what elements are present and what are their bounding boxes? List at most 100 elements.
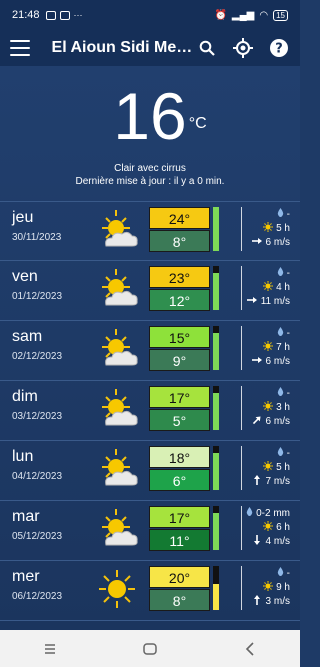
precipitation-value: -	[286, 208, 290, 220]
recent-apps-icon[interactable]	[30, 634, 70, 664]
min-temperature: 8°	[149, 589, 210, 611]
sun-cloud-icon	[94, 267, 140, 311]
day-row-sam[interactable]: sam 02/12/2023 15° 9° - 7 h 6 m/s	[0, 321, 300, 381]
notification-icon	[59, 10, 70, 20]
sunshine-value: 3 h	[276, 402, 290, 413]
daily-forecast-list: jeu 30/11/2023 24° 8° -5 h6 m/s ven 01/12/2023…	[0, 201, 300, 621]
sunshine: 4 h	[263, 281, 290, 294]
confidence-gauge	[213, 446, 219, 490]
sunshine-value: 5 h	[276, 223, 290, 234]
water-drop-icon	[277, 447, 284, 459]
confidence-gauge	[213, 207, 219, 251]
hamburger-menu-icon[interactable]	[10, 40, 30, 56]
sun-small-icon	[263, 401, 274, 414]
more-notifications-icon: ···	[73, 10, 83, 20]
water-drop-icon	[277, 567, 284, 579]
help-icon[interactable]: ?	[268, 37, 290, 59]
sunshine: 6 h	[263, 521, 290, 534]
precipitation: -	[277, 447, 290, 459]
sunshine: 5 h	[263, 461, 290, 474]
divider	[241, 506, 242, 550]
status-bar: 21:48 ··· ⏰ ▂▄▆ ◠ 15	[0, 0, 300, 30]
divider	[241, 446, 242, 490]
min-temperature: 6°	[149, 469, 210, 491]
wind-arrow-icon	[251, 595, 263, 608]
day-row-lun[interactable]: lun 04/12/2023 18° 6° - 5 h 7 m/s	[0, 441, 300, 501]
day-row-mar[interactable]: mar 05/12/2023 17° 11° 0-2 mm 6 h 4 m/s	[0, 501, 300, 561]
wind: 3 m/s	[251, 595, 290, 608]
day-name: mar	[12, 508, 40, 525]
water-drop-icon	[277, 208, 284, 220]
search-icon[interactable]	[196, 37, 218, 59]
confidence-gauge	[213, 266, 219, 310]
confidence-gauge	[213, 506, 219, 550]
wind-arrow-icon	[251, 415, 263, 428]
confidence-gauge	[213, 326, 219, 370]
location-title[interactable]: El Aioun Sidi Me…	[52, 39, 196, 57]
day-row-mer[interactable]: mer 06/12/2023 20° 8° - 9 h 3 m/s	[0, 561, 300, 621]
svg-text:?: ?	[275, 42, 283, 57]
status-right: ⏰ ▂▄▆ ◠ 15	[214, 9, 288, 21]
sun-small-icon	[263, 281, 274, 294]
day-row-dim[interactable]: dim 03/12/2023 17° 5° - 3 h 6 m/s	[0, 381, 300, 441]
precipitation-value: -	[286, 327, 290, 339]
sun-cloud-icon	[94, 447, 140, 491]
divider	[241, 386, 242, 430]
location-target-icon[interactable]	[232, 37, 254, 59]
precipitation-value: -	[286, 267, 290, 279]
current-condition: Clair avec cirrus	[114, 163, 186, 174]
sun-cloud-icon	[94, 327, 140, 371]
sunshine-value: 6 h	[276, 522, 290, 533]
precipitation-value: -	[286, 567, 290, 579]
wind-value: 6 m/s	[265, 416, 290, 427]
temperature-unit: °C	[188, 115, 207, 132]
divider	[241, 266, 242, 310]
water-drop-icon	[277, 387, 284, 399]
precipitation: -	[277, 387, 290, 399]
wind: 6 m/s	[251, 355, 290, 368]
day-name: jeu	[12, 209, 34, 226]
wifi-icon: ◠	[259, 9, 269, 21]
sun-small-icon	[263, 341, 274, 354]
max-temperature: 15°	[149, 326, 210, 348]
day-name: mer	[12, 568, 40, 585]
precipitation-value: -	[286, 387, 290, 399]
notification-icons: ···	[45, 10, 83, 20]
last-update: Dernière mise à jour : il y a 0 min.	[75, 176, 225, 187]
precipitation: -	[277, 267, 290, 279]
back-icon[interactable]	[230, 634, 270, 664]
wind-arrow-icon	[251, 355, 263, 368]
sun-small-icon	[263, 222, 274, 235]
wind-value: 6 m/s	[265, 237, 290, 248]
day-date: 30/11/2023	[12, 232, 62, 243]
current-temperature-value: 16	[113, 79, 187, 153]
water-drop-icon	[277, 327, 284, 339]
wind: 11 m/s	[246, 295, 290, 308]
sunshine: 9 h	[263, 581, 290, 594]
alarm-icon: ⏰	[214, 9, 227, 21]
day-row-jeu[interactable]: jeu 30/11/2023 24° 8° - 5 h 6 m/s	[0, 201, 300, 261]
sun-small-icon	[263, 581, 274, 594]
min-temperature: 8°	[149, 230, 210, 252]
sun-cloud-icon	[94, 507, 140, 551]
sunshine-value: 5 h	[276, 462, 290, 473]
sunshine: 7 h	[263, 341, 290, 354]
wind: 4 m/s	[251, 535, 290, 548]
min-temperature: 9°	[149, 349, 210, 371]
home-icon[interactable]	[130, 634, 170, 664]
day-row-ven[interactable]: ven 01/12/2023 23° 12° - 4 h 11 m/s	[0, 261, 300, 321]
sun-small-icon	[263, 461, 274, 474]
wind-arrow-icon	[251, 475, 263, 488]
sun-small-icon	[263, 521, 274, 534]
precipitation-value: 0-2 mm	[256, 507, 290, 519]
wind-arrow-icon	[251, 535, 263, 548]
max-temperature: 23°	[149, 266, 210, 288]
divider	[241, 207, 242, 251]
wind-value: 11 m/s	[260, 296, 290, 307]
day-date: 04/12/2023	[12, 471, 63, 482]
day-name: lun	[12, 448, 34, 465]
water-drop-icon	[246, 507, 253, 519]
precipitation: 0-2 mm	[246, 507, 290, 519]
day-name: dim	[12, 388, 38, 405]
sunshine: 5 h	[263, 222, 290, 235]
